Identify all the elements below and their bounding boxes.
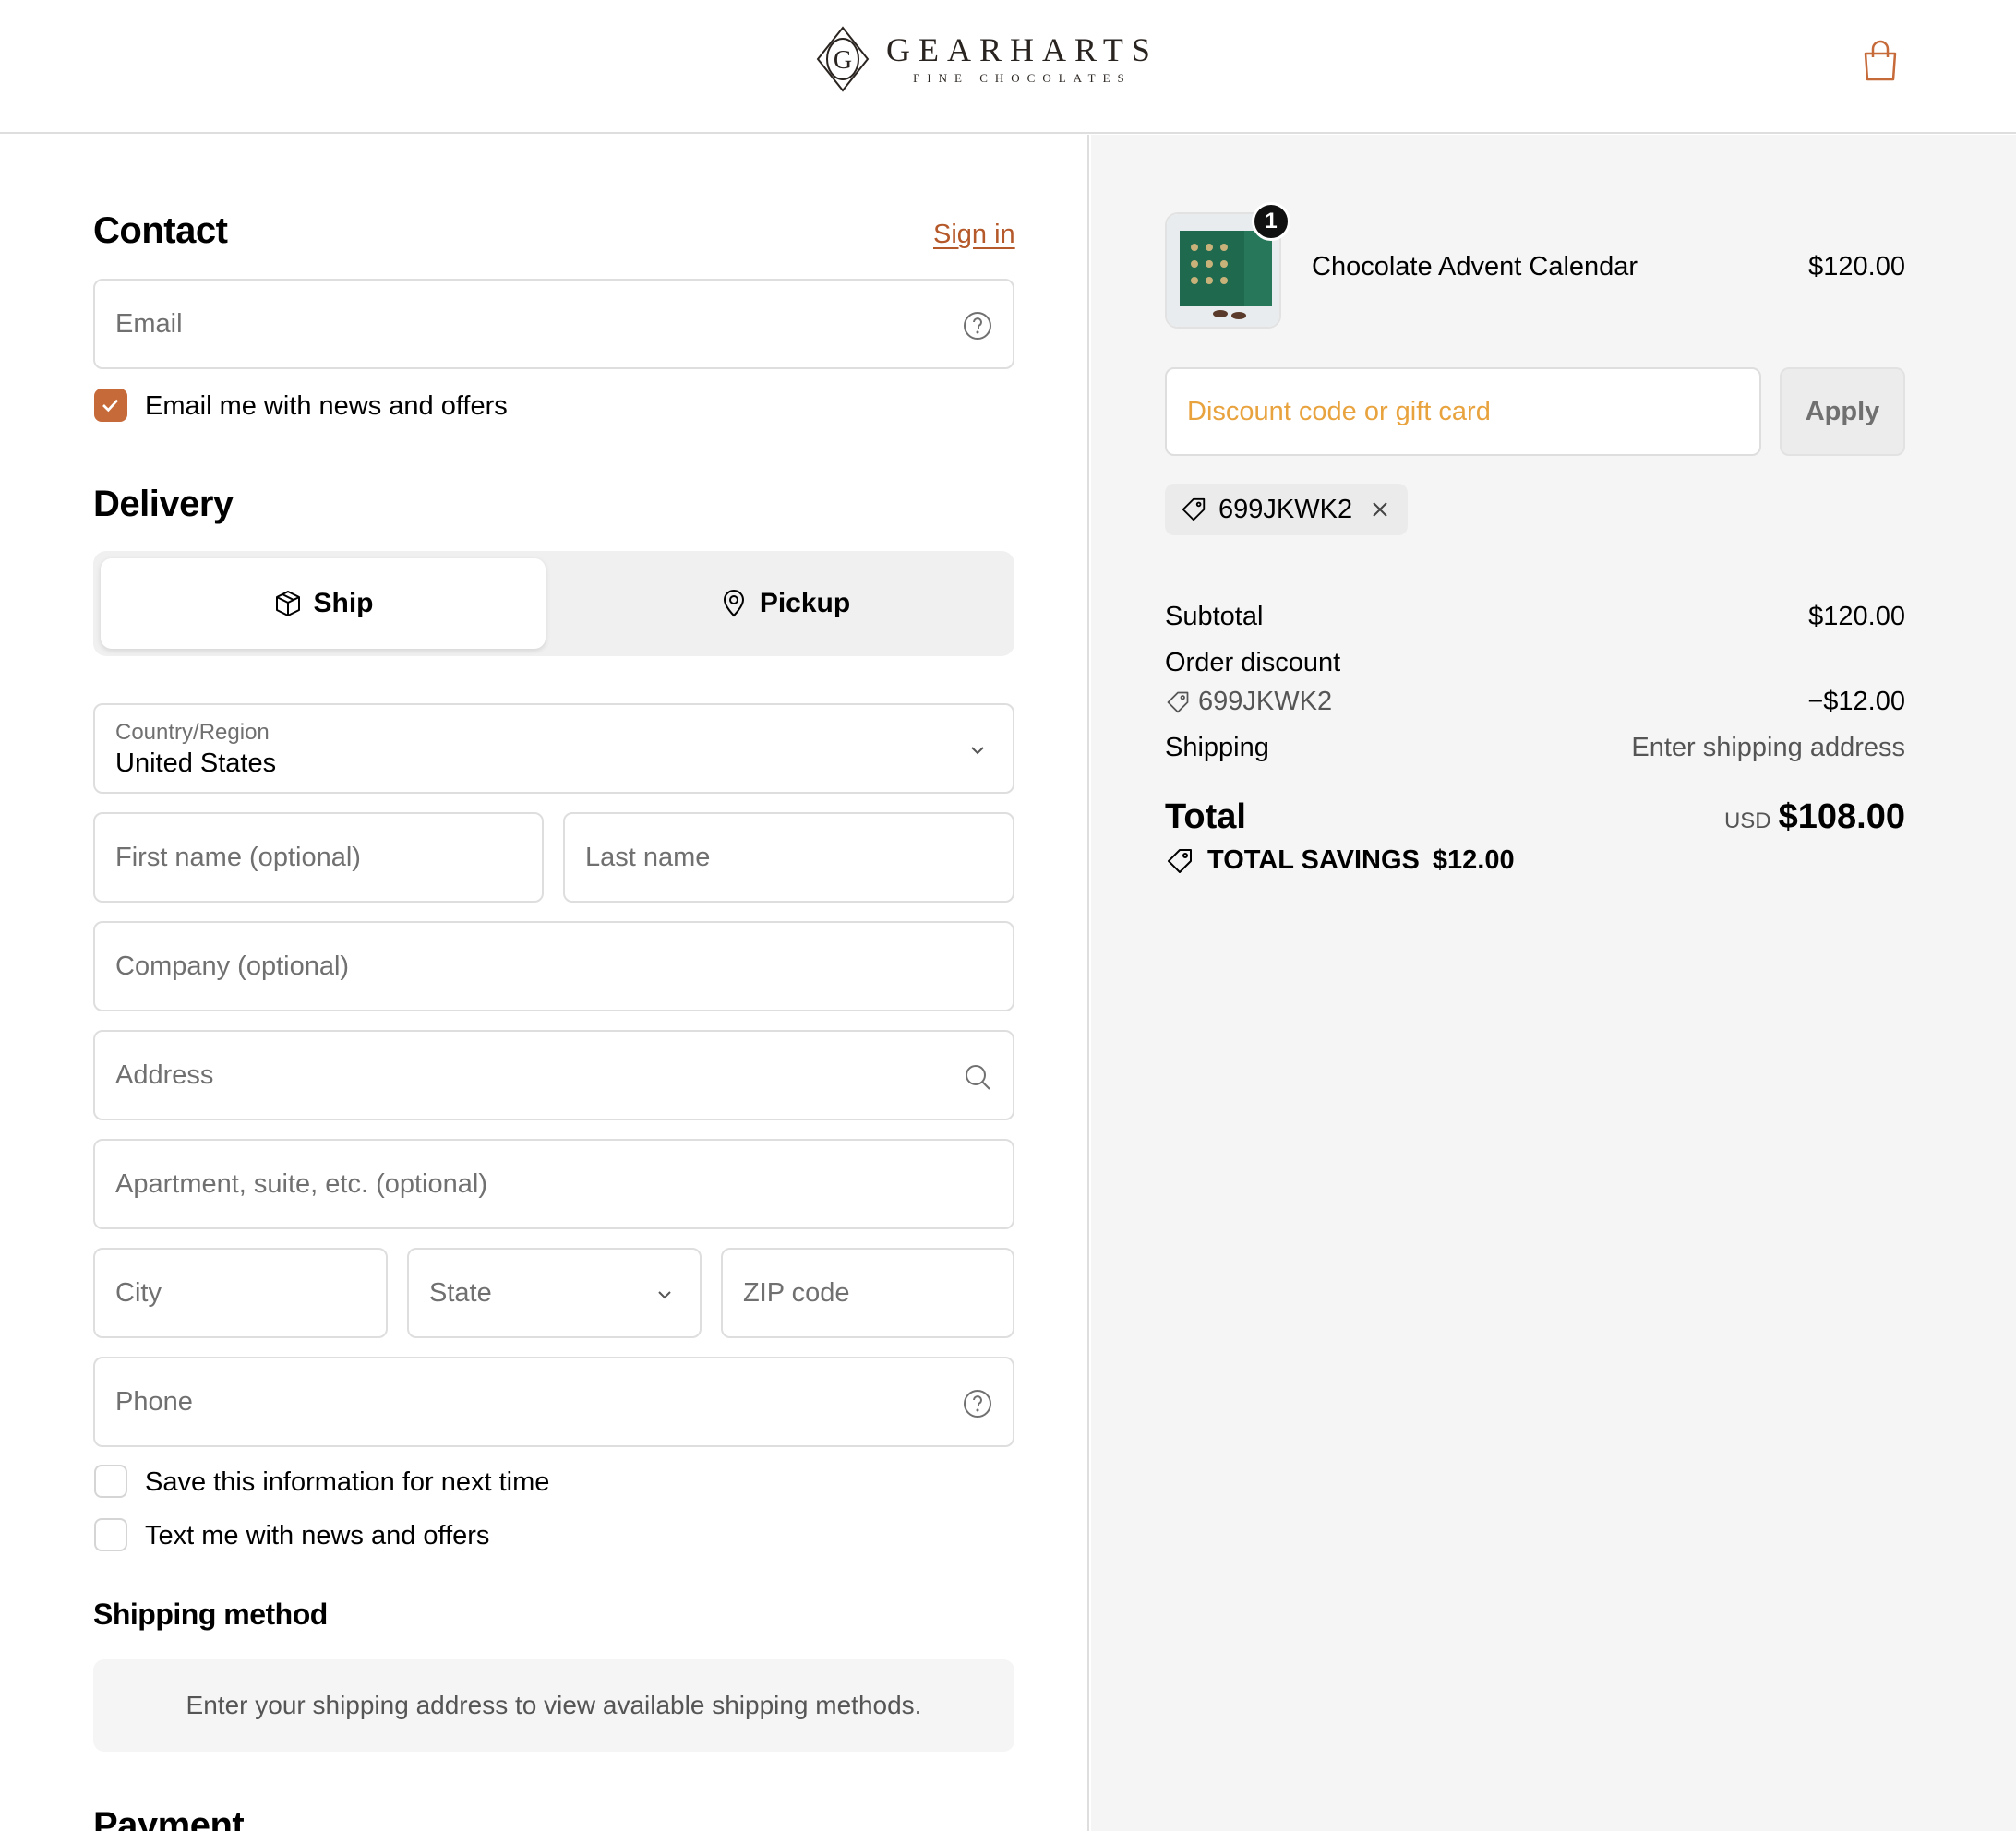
country-value: United States — [115, 748, 277, 778]
zip-field[interactable]: ZIP code — [721, 1248, 1014, 1338]
first-name-field[interactable]: First name (optional) — [93, 812, 544, 903]
shipping-method-text: Enter your shipping address to view avai… — [186, 1691, 922, 1719]
country-select[interactable]: Country/Region United States — [93, 703, 1014, 794]
shipping-method-message: Enter your shipping address to view avai… — [93, 1659, 1014, 1752]
site-header: G GEARHARTS FINE CHOCOLATES — [0, 0, 2016, 134]
checkmark-icon — [102, 399, 119, 413]
svg-text:G: G — [834, 46, 852, 75]
currency-code: USD — [1723, 808, 1771, 833]
first-name-placeholder: First name (optional) — [115, 843, 361, 872]
zip-placeholder: ZIP code — [743, 1278, 850, 1308]
phone-placeholder: Phone — [115, 1387, 193, 1417]
brand-tagline: FINE CHOCOLATES — [913, 71, 1132, 85]
apartment-field[interactable]: Apartment, suite, etc. (optional) — [93, 1139, 1014, 1229]
sign-in-link[interactable]: Sign in — [933, 220, 1015, 250]
savings-label: TOTAL SAVINGS — [1207, 845, 1420, 875]
contact-heading: Contact — [93, 210, 228, 251]
brand-logo[interactable]: G GEARHARTS FINE CHOCOLATES — [812, 24, 1158, 94]
chevron-down-icon — [971, 747, 984, 755]
text-offers-label: Text me with news and offers — [145, 1521, 490, 1550]
country-label: Country/Region — [115, 720, 270, 745]
discount-code-field[interactable]: Discount code or gift card — [1165, 367, 1761, 456]
help-circle-icon[interactable] — [963, 1389, 992, 1418]
last-name-placeholder: Last name — [585, 843, 711, 872]
subtotal-value: $120.00 — [1808, 602, 1905, 631]
order-discount-code-row: 699JKWK2 — [1165, 687, 1332, 717]
email-offers-label: Email me with news and offers — [145, 391, 508, 421]
pickup-option-label: Pickup — [759, 588, 851, 618]
ship-option-label: Ship — [313, 588, 374, 618]
subtotal-label: Subtotal — [1165, 602, 1264, 631]
chevron-down-icon — [658, 1291, 671, 1299]
product-price: $120.00 — [1808, 252, 1905, 281]
tag-icon — [1182, 497, 1206, 521]
shipping-method-heading: Shipping method — [93, 1598, 328, 1631]
order-discount-code: 699JKWK2 — [1198, 687, 1333, 716]
ship-option[interactable]: Ship — [101, 558, 546, 649]
tag-icon — [1168, 848, 1192, 873]
brand-name: GEARHARTS — [886, 31, 1158, 68]
close-icon[interactable] — [1369, 498, 1391, 521]
state-select[interactable]: State — [407, 1248, 702, 1338]
city-field[interactable]: City — [93, 1248, 388, 1338]
total-value: $108.00 — [1778, 797, 1905, 836]
help-circle-icon[interactable] — [963, 311, 992, 341]
email-placeholder: Email — [115, 309, 183, 339]
shopping-bag-icon[interactable] — [1861, 39, 1900, 83]
product-name: Chocolate Advent Calendar — [1312, 252, 1638, 281]
applied-discount-chip: 699JKWK2 — [1165, 484, 1409, 535]
apartment-placeholder: Apartment, suite, etc. (optional) — [115, 1169, 487, 1199]
checkout-form: Contact Sign in Email Email me with news… — [0, 135, 1089, 1831]
package-icon — [275, 591, 300, 616]
shipping-value: Enter shipping address — [1631, 733, 1905, 762]
total-label: Total — [1165, 797, 1246, 836]
last-name-field[interactable]: Last name — [563, 812, 1014, 903]
order-discount-label: Order discount — [1165, 648, 1341, 677]
total-savings-row: TOTAL SAVINGS $12.00 — [1165, 845, 1515, 876]
shipping-label: Shipping — [1165, 733, 1269, 762]
order-summary: 1 Chocolate Advent Calendar $120.00 Disc… — [1091, 135, 2016, 1831]
save-info-label: Save this information for next time — [145, 1467, 550, 1497]
save-info-checkbox[interactable] — [94, 1465, 127, 1498]
total-amount: USD $108.00 — [1724, 797, 1905, 837]
company-placeholder: Company (optional) — [115, 951, 350, 981]
logo-emblem-icon: G — [816, 26, 870, 92]
address-placeholder: Address — [115, 1060, 214, 1090]
delivery-heading: Delivery — [93, 484, 234, 524]
company-field[interactable]: Company (optional) — [93, 921, 1014, 1011]
discount-placeholder: Discount code or gift card — [1187, 397, 1491, 426]
payment-heading: Payment — [93, 1805, 245, 1831]
apply-button[interactable]: Apply — [1780, 367, 1905, 456]
quantity-badge: 1 — [1252, 202, 1290, 241]
tag-icon — [1167, 691, 1189, 712]
email-field[interactable]: Email — [93, 279, 1014, 369]
email-offers-checkbox[interactable] — [94, 389, 127, 422]
phone-field[interactable]: Phone — [93, 1357, 1014, 1447]
delivery-method-toggle: Ship Pickup — [93, 551, 1014, 656]
address-field[interactable]: Address — [93, 1030, 1014, 1120]
pickup-option[interactable]: Pickup — [562, 558, 1007, 649]
order-discount-value: −$12.00 — [1807, 687, 1905, 716]
map-pin-icon — [723, 590, 744, 617]
applied-code: 699JKWK2 — [1218, 494, 1353, 524]
state-placeholder: State — [429, 1278, 492, 1308]
search-icon — [966, 1065, 990, 1090]
savings-value: $12.00 — [1432, 845, 1515, 875]
text-offers-checkbox[interactable] — [94, 1518, 127, 1551]
city-placeholder: City — [115, 1278, 162, 1308]
